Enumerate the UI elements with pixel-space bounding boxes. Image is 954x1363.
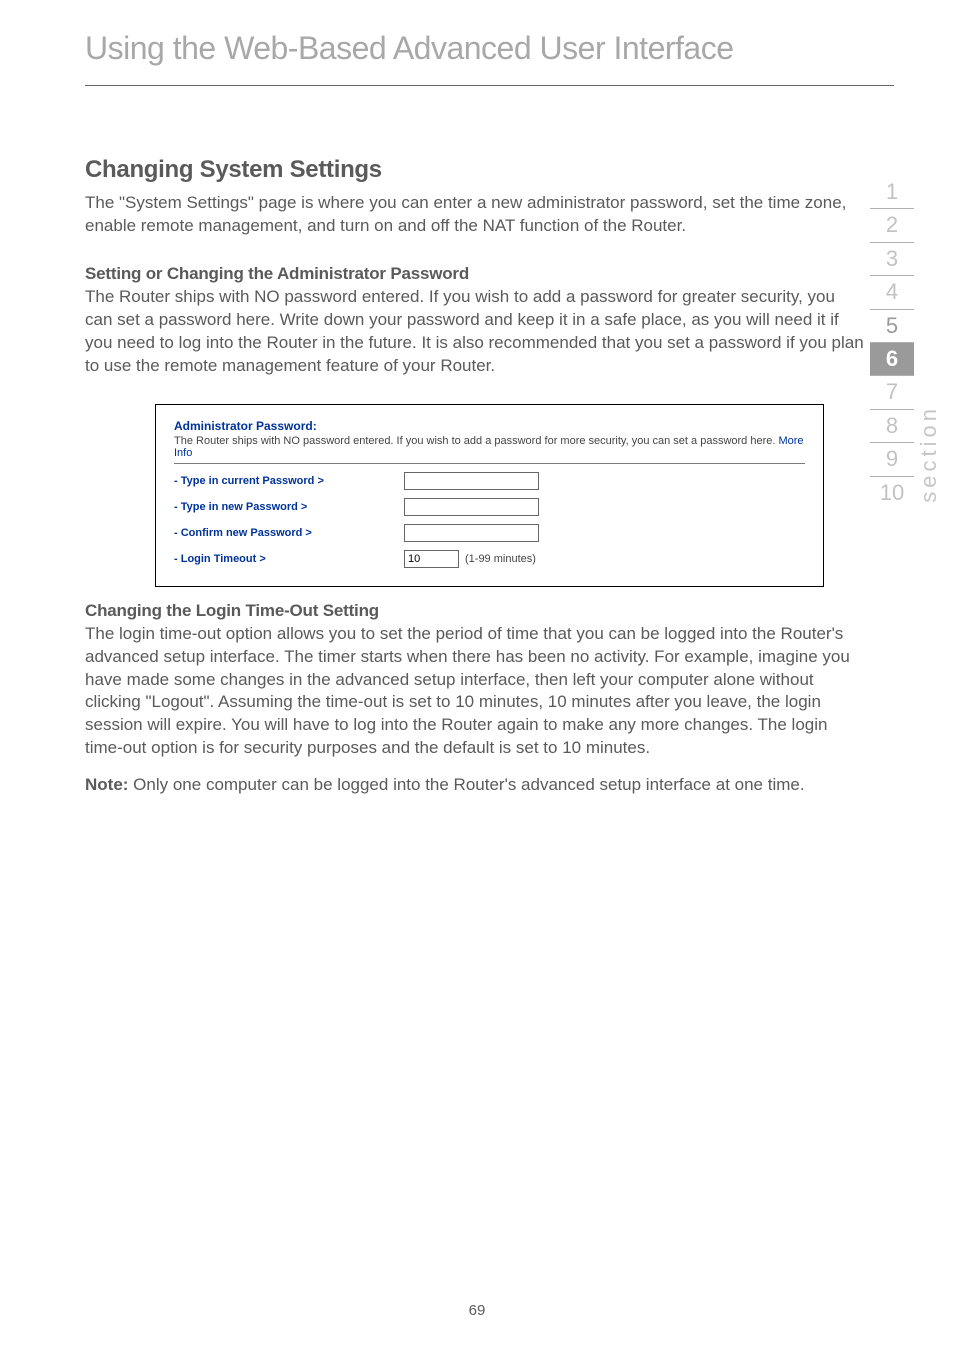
subheading-login-timeout: Changing the Login Time-Out Setting <box>85 601 864 621</box>
subheading-admin-password: Setting or Changing the Administrator Pa… <box>85 264 864 284</box>
note-paragraph: Note: Only one computer can be logged in… <box>85 774 864 797</box>
login-timeout-hint: (1-99 minutes) <box>465 553 536 565</box>
note-label: Note: <box>85 775 128 794</box>
tab-9[interactable]: 9 <box>870 443 914 476</box>
page-title: Using the Web-Based Advanced User Interf… <box>0 0 954 77</box>
intro-paragraph: The "System Settings" page is where you … <box>85 192 864 238</box>
tab-10[interactable]: 10 <box>870 477 914 509</box>
label-login-timeout: - Login Timeout > <box>174 553 404 565</box>
side-section-label: section <box>916 405 942 503</box>
figure-divider <box>174 463 805 464</box>
tab-8[interactable]: 8 <box>870 410 914 443</box>
note-text: Only one computer can be logged into the… <box>128 775 804 794</box>
row-new-password: - Type in new Password > <box>174 498 805 516</box>
content-area: Changing System Settings The "System Set… <box>0 86 954 797</box>
tab-2[interactable]: 2 <box>870 209 914 242</box>
tab-7[interactable]: 7 <box>870 376 914 409</box>
row-login-timeout: - Login Timeout > (1-99 minutes) <box>174 550 805 568</box>
figure-title: Administrator Password: <box>174 419 805 433</box>
section-heading: Changing System Settings <box>85 156 864 184</box>
label-confirm-password: - Confirm new Password > <box>174 527 404 539</box>
admin-password-figure: Administrator Password: The Router ships… <box>155 404 824 587</box>
row-current-password: - Type in current Password > <box>174 472 805 490</box>
admin-password-paragraph: The Router ships with NO password entere… <box>85 286 864 378</box>
section-tabs: 1 2 3 4 5 6 7 8 9 10 <box>870 176 914 509</box>
tab-6[interactable]: 6 <box>870 343 914 376</box>
confirm-password-input[interactable] <box>404 524 539 542</box>
label-current-password: - Type in current Password > <box>174 475 404 487</box>
page-number: 69 <box>0 1302 954 1319</box>
row-confirm-password: - Confirm new Password > <box>174 524 805 542</box>
new-password-input[interactable] <box>404 498 539 516</box>
figure-description: The Router ships with NO password entere… <box>174 435 778 447</box>
login-timeout-input[interactable] <box>404 550 459 568</box>
tab-4[interactable]: 4 <box>870 276 914 309</box>
login-timeout-paragraph: The login time-out option allows you to … <box>85 623 864 761</box>
current-password-input[interactable] <box>404 472 539 490</box>
label-new-password: - Type in new Password > <box>174 501 404 513</box>
tab-1[interactable]: 1 <box>870 176 914 209</box>
tab-5[interactable]: 5 <box>870 310 914 343</box>
tab-3[interactable]: 3 <box>870 243 914 276</box>
